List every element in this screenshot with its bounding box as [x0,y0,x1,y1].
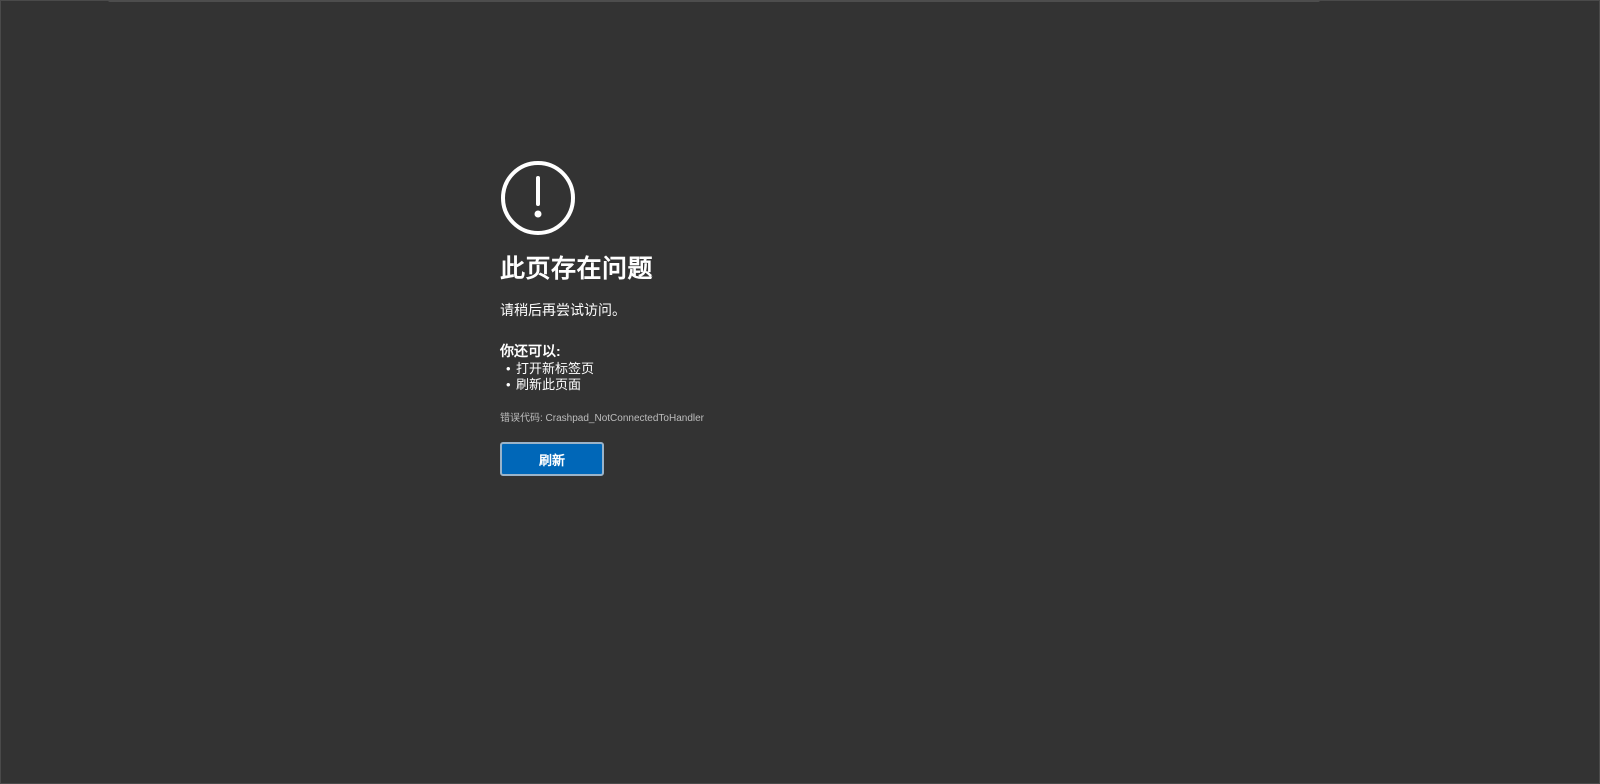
top-edge-strip [108,0,1320,2]
suggestion-open-new-tab: • 打开新标签页 [506,361,1100,377]
error-panel: 此页存在问题 请稍后再尝试访问。 你还可以: • 打开新标签页 • 刷新此页面 … [500,160,1100,476]
subtitle-text: 请稍后再尝试访问。 [500,302,626,318]
suggestions-heading: 你还可以: [500,343,561,359]
suggestion-label: 打开新标签页 [516,361,595,376]
page-title: 此页存在问题 [500,255,654,283]
suggestion-label: 刷新此页面 [516,377,582,392]
suggestions-list: • 打开新标签页 • 刷新此页面 [500,361,1100,393]
refresh-button[interactable]: 刷新 [500,442,604,476]
error-code: 错误代码: Crashpad_NotConnectedToHandler [500,413,704,424]
bullet: • [506,361,511,376]
suggestion-refresh-page: • 刷新此页面 [506,377,1100,393]
bullet: • [506,377,511,392]
exclamation-circle-icon [501,161,575,235]
